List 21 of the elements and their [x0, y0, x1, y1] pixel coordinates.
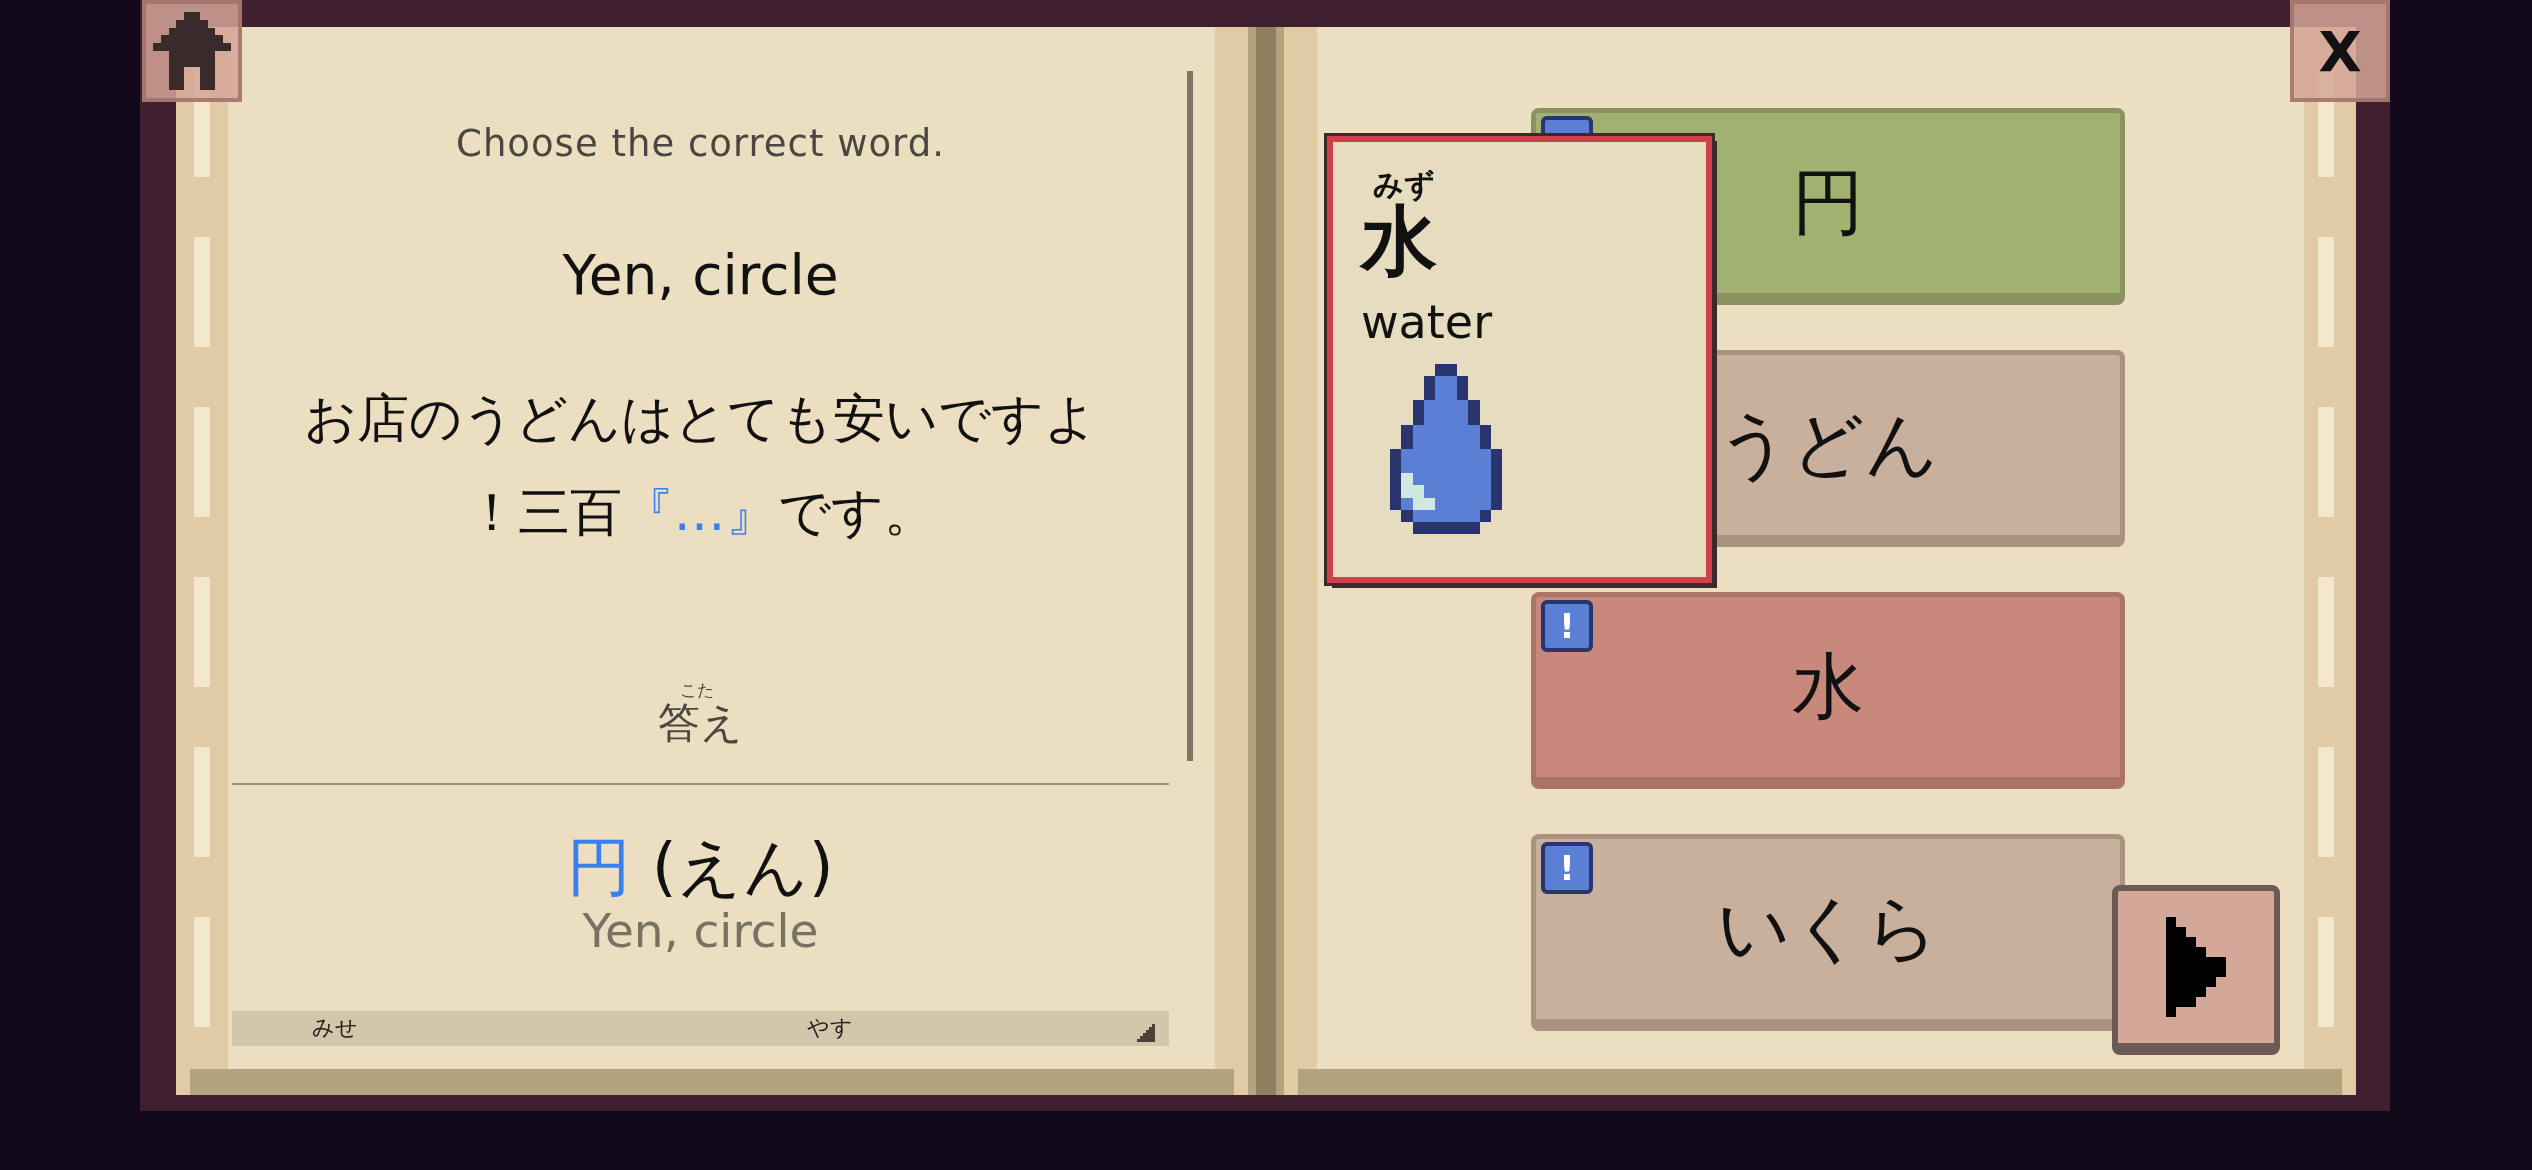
play-icon	[2166, 915, 2226, 1019]
close-button[interactable]: X	[2290, 0, 2390, 102]
resize-grip-icon	[1137, 1023, 1155, 1042]
furigana: やす	[807, 1014, 853, 1042]
alert-badge: !	[1541, 842, 1593, 894]
example-sentence: お店のうどんはとても安いですよ！三百『…』です。	[303, 387, 1098, 544]
furigana: こた	[679, 681, 714, 700]
next-button[interactable]	[2112, 885, 2280, 1055]
scrollbar[interactable]	[1187, 71, 1193, 761]
answer-heading: 答え	[658, 699, 743, 746]
instruction-text: Choose the correct word.	[456, 122, 945, 165]
card-meaning: water	[1361, 294, 1493, 350]
furigana: みず	[1373, 168, 1435, 201]
answer-meaning: Yen, circle	[582, 904, 819, 959]
furigana: みせ	[312, 1014, 358, 1042]
answer-word: 円 (えん)	[567, 830, 834, 905]
home-button[interactable]	[142, 0, 242, 102]
card-word: 水	[1361, 201, 1437, 281]
alert-badge: !	[1541, 600, 1593, 652]
prompt-meaning: Yen, circle	[562, 243, 839, 307]
home-icon	[152, 12, 232, 90]
